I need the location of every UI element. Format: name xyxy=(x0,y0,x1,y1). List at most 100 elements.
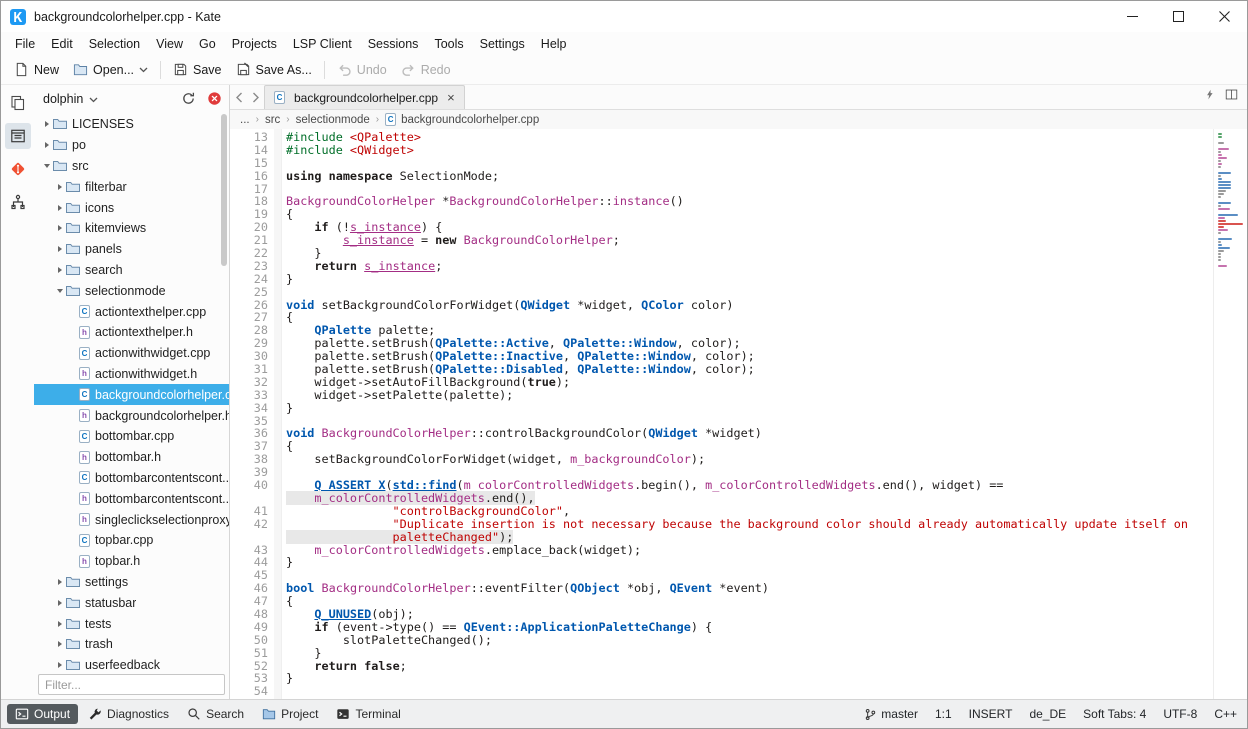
tree-item-src[interactable]: src xyxy=(34,156,229,177)
tab-forward-icon[interactable] xyxy=(247,85,264,109)
filter-input[interactable] xyxy=(38,674,225,695)
menu-settings[interactable]: Settings xyxy=(472,35,533,53)
status-encoding[interactable]: UTF-8 xyxy=(1163,707,1197,721)
tree-item-backgroundcolorhelper-h[interactable]: hbackgroundcolorhelper.h xyxy=(34,405,229,426)
tree-scrollbar[interactable] xyxy=(221,114,227,266)
panel-button-terminal[interactable]: Terminal xyxy=(328,704,408,724)
new-button[interactable]: New xyxy=(7,59,66,80)
tree-expander-icon[interactable] xyxy=(53,579,66,585)
tree-item-statusbar[interactable]: statusbar xyxy=(34,592,229,613)
tree-expander-icon[interactable] xyxy=(53,621,66,627)
menu-help[interactable]: Help xyxy=(533,35,575,53)
folder-icon xyxy=(66,618,80,630)
tree-item-topbar-h[interactable]: htopbar.h xyxy=(34,551,229,572)
tree-item-backgroundcolorhelper-c[interactable]: Cbackgroundcolorhelper.c... xyxy=(34,384,229,405)
tool-documents-button[interactable] xyxy=(5,90,31,116)
panel-button-diagnostics[interactable]: Diagnostics xyxy=(80,704,177,724)
tree-expander-icon[interactable] xyxy=(53,225,66,231)
tree-item-bottombarcontentscont[interactable]: hbottombarcontentscont... xyxy=(34,488,229,509)
tree-item-kitemviews[interactable]: kitemviews xyxy=(34,218,229,239)
quick-open-icon[interactable] xyxy=(1204,88,1215,106)
tree-item-actionwithwidget-h[interactable]: hactionwithwidget.h xyxy=(34,364,229,385)
menu-lsp-client[interactable]: LSP Client xyxy=(285,35,360,53)
tree-item-search[interactable]: search xyxy=(34,260,229,281)
tree-item-actiontexthelper-cpp[interactable]: Cactiontexthelper.cpp xyxy=(34,301,229,322)
menu-tools[interactable]: Tools xyxy=(426,35,471,53)
tab-back-icon[interactable] xyxy=(230,85,247,109)
redo-button[interactable]: Redo xyxy=(394,59,458,80)
close-button[interactable] xyxy=(1201,1,1247,32)
tree-item-bottombar-cpp[interactable]: Cbottombar.cpp xyxy=(34,426,229,447)
tree-item-actionwithwidget-cpp[interactable]: Cactionwithwidget.cpp xyxy=(34,343,229,364)
tree-expander-icon[interactable] xyxy=(40,121,53,127)
refresh-project-icon[interactable] xyxy=(178,89,198,109)
breadcrumb-item-[interactable]: ... xyxy=(240,114,250,126)
tree-expander-icon[interactable] xyxy=(53,246,66,252)
tree-item-selectionmode[interactable]: selectionmode xyxy=(34,280,229,301)
menu-selection[interactable]: Selection xyxy=(81,35,148,53)
status-tab-mode[interactable]: Soft Tabs: 4 xyxy=(1083,707,1146,721)
tool-git-button[interactable] xyxy=(5,156,31,182)
status-dictionary[interactable]: de_DE xyxy=(1029,707,1066,721)
code-view[interactable]: #include <QPalette>#include <QWidget>usi… xyxy=(282,129,1213,699)
menu-go[interactable]: Go xyxy=(191,35,224,53)
menu-file[interactable]: File xyxy=(7,35,43,53)
tree-item-topbar-cpp[interactable]: Ctopbar.cpp xyxy=(34,530,229,551)
close-project-icon[interactable] xyxy=(204,89,224,109)
tree-item-actiontexthelper-h[interactable]: hactiontexthelper.h xyxy=(34,322,229,343)
breadcrumb-item-backgroundcolorhelper-cpp[interactable]: Cbackgroundcolorhelper.cpp xyxy=(385,113,539,126)
tool-symbol-outline-button[interactable] xyxy=(5,189,31,215)
minimize-button[interactable] xyxy=(1109,1,1155,32)
save-button[interactable]: Save xyxy=(166,59,229,80)
panel-button-search[interactable]: Search xyxy=(179,704,252,724)
tree-expander-icon[interactable] xyxy=(53,662,66,668)
tree-item-tests[interactable]: tests xyxy=(34,613,229,634)
tree-item-panels[interactable]: panels xyxy=(34,239,229,260)
cpp-file-icon: C xyxy=(79,430,90,443)
tool-sidebar xyxy=(1,85,34,699)
minimap[interactable] xyxy=(1213,129,1247,699)
editor-tab[interactable]: Cbackgroundcolorhelper.cpp× xyxy=(264,85,465,109)
tree-expander-icon[interactable] xyxy=(40,142,53,148)
menu-edit[interactable]: Edit xyxy=(43,35,81,53)
tree-item-settings[interactable]: settings xyxy=(34,572,229,593)
status-cursor-position[interactable]: 1:1 xyxy=(935,707,952,721)
open-button[interactable]: Open... xyxy=(66,59,155,80)
status-git-branch[interactable]: master xyxy=(864,707,918,721)
save-as-button[interactable]: Save As... xyxy=(229,59,319,80)
minimap-line xyxy=(1218,205,1221,207)
tree-item-po[interactable]: po xyxy=(34,135,229,156)
menu-sessions[interactable]: Sessions xyxy=(360,35,427,53)
status-file-type[interactable]: C++ xyxy=(1214,707,1237,721)
split-view-icon[interactable] xyxy=(1224,88,1239,106)
breadcrumb-item-selectionmode[interactable]: selectionmode xyxy=(296,114,370,126)
tree-expander-icon[interactable] xyxy=(53,641,66,647)
tree-expander-icon[interactable] xyxy=(40,164,53,168)
tree-expander-icon[interactable] xyxy=(53,600,66,606)
panel-button-project[interactable]: Project xyxy=(254,704,326,724)
status-input-mode[interactable]: INSERT xyxy=(969,707,1013,721)
tree-expander-icon[interactable] xyxy=(53,184,66,190)
tree-item-bottombar-h[interactable]: hbottombar.h xyxy=(34,447,229,468)
tree-item-userfeedback[interactable]: userfeedback xyxy=(34,655,229,670)
project-selector[interactable]: dolphin xyxy=(39,90,172,108)
breadcrumb-item-src[interactable]: src xyxy=(265,114,280,126)
tree-expander-icon[interactable] xyxy=(53,289,66,293)
tool-project-browser-button[interactable] xyxy=(5,123,31,149)
tree-item-trash[interactable]: trash xyxy=(34,634,229,655)
tree-expander-icon[interactable] xyxy=(53,267,66,273)
tree-item-singleclickselectionproxy[interactable]: hsingleclickselectionproxy... xyxy=(34,509,229,530)
panel-button-output[interactable]: Output xyxy=(7,704,78,724)
folding-strip[interactable] xyxy=(274,129,282,699)
tree-item-label: kitemviews xyxy=(85,221,146,235)
tree-expander-icon[interactable] xyxy=(53,205,66,211)
tree-item-filterbar[interactable]: filterbar xyxy=(34,176,229,197)
tree-item-bottombarcontentscont[interactable]: Cbottombarcontentscont... xyxy=(34,468,229,489)
tree-item-icons[interactable]: icons xyxy=(34,197,229,218)
maximize-button[interactable] xyxy=(1155,1,1201,32)
tab-close-icon[interactable]: × xyxy=(447,91,455,104)
undo-button[interactable]: Undo xyxy=(330,59,394,80)
tree-item-licenses[interactable]: LICENSES xyxy=(34,114,229,135)
menu-projects[interactable]: Projects xyxy=(224,35,285,53)
menu-view[interactable]: View xyxy=(148,35,191,53)
